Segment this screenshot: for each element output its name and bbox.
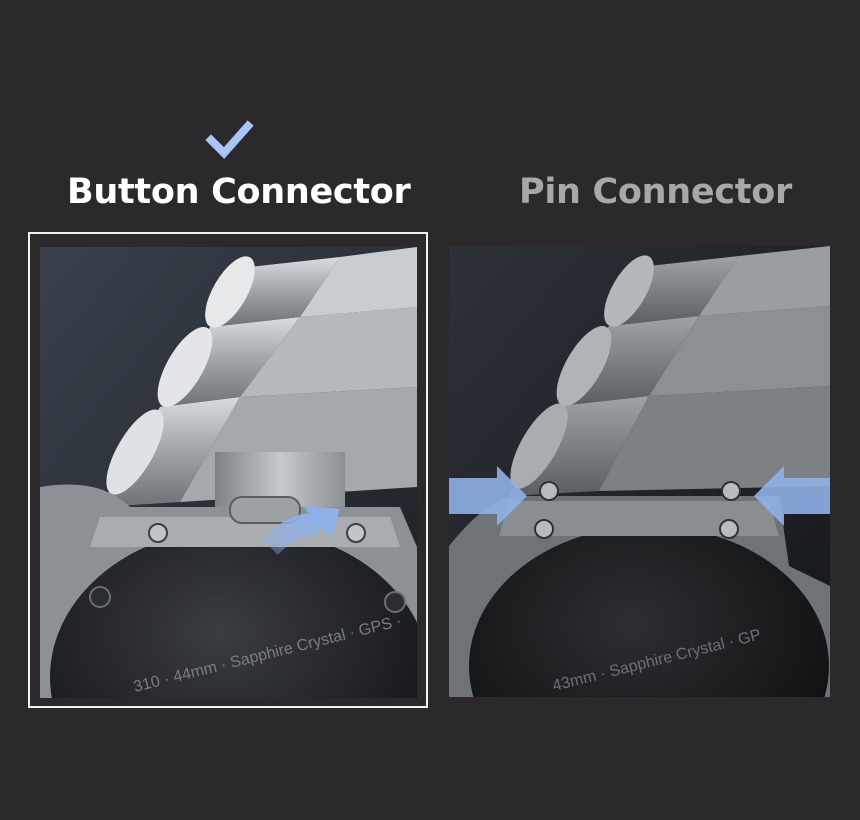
pin-connector-photo: 43mm · Sapphire Crystal · GP: [449, 246, 830, 697]
option-card-button-connector[interactable]: 310 · 44mm · Sapphire Crystal · GPS ·: [28, 232, 428, 708]
option-title-pin-connector[interactable]: Pin Connector: [519, 172, 792, 212]
option-title-button-connector[interactable]: Button Connector: [67, 172, 411, 212]
button-connector-photo: 310 · 44mm · Sapphire Crystal · GPS ·: [40, 247, 417, 698]
checkmark-icon: [205, 120, 255, 162]
option-card-pin-connector[interactable]: 43mm · Sapphire Crystal · GP: [449, 246, 830, 697]
